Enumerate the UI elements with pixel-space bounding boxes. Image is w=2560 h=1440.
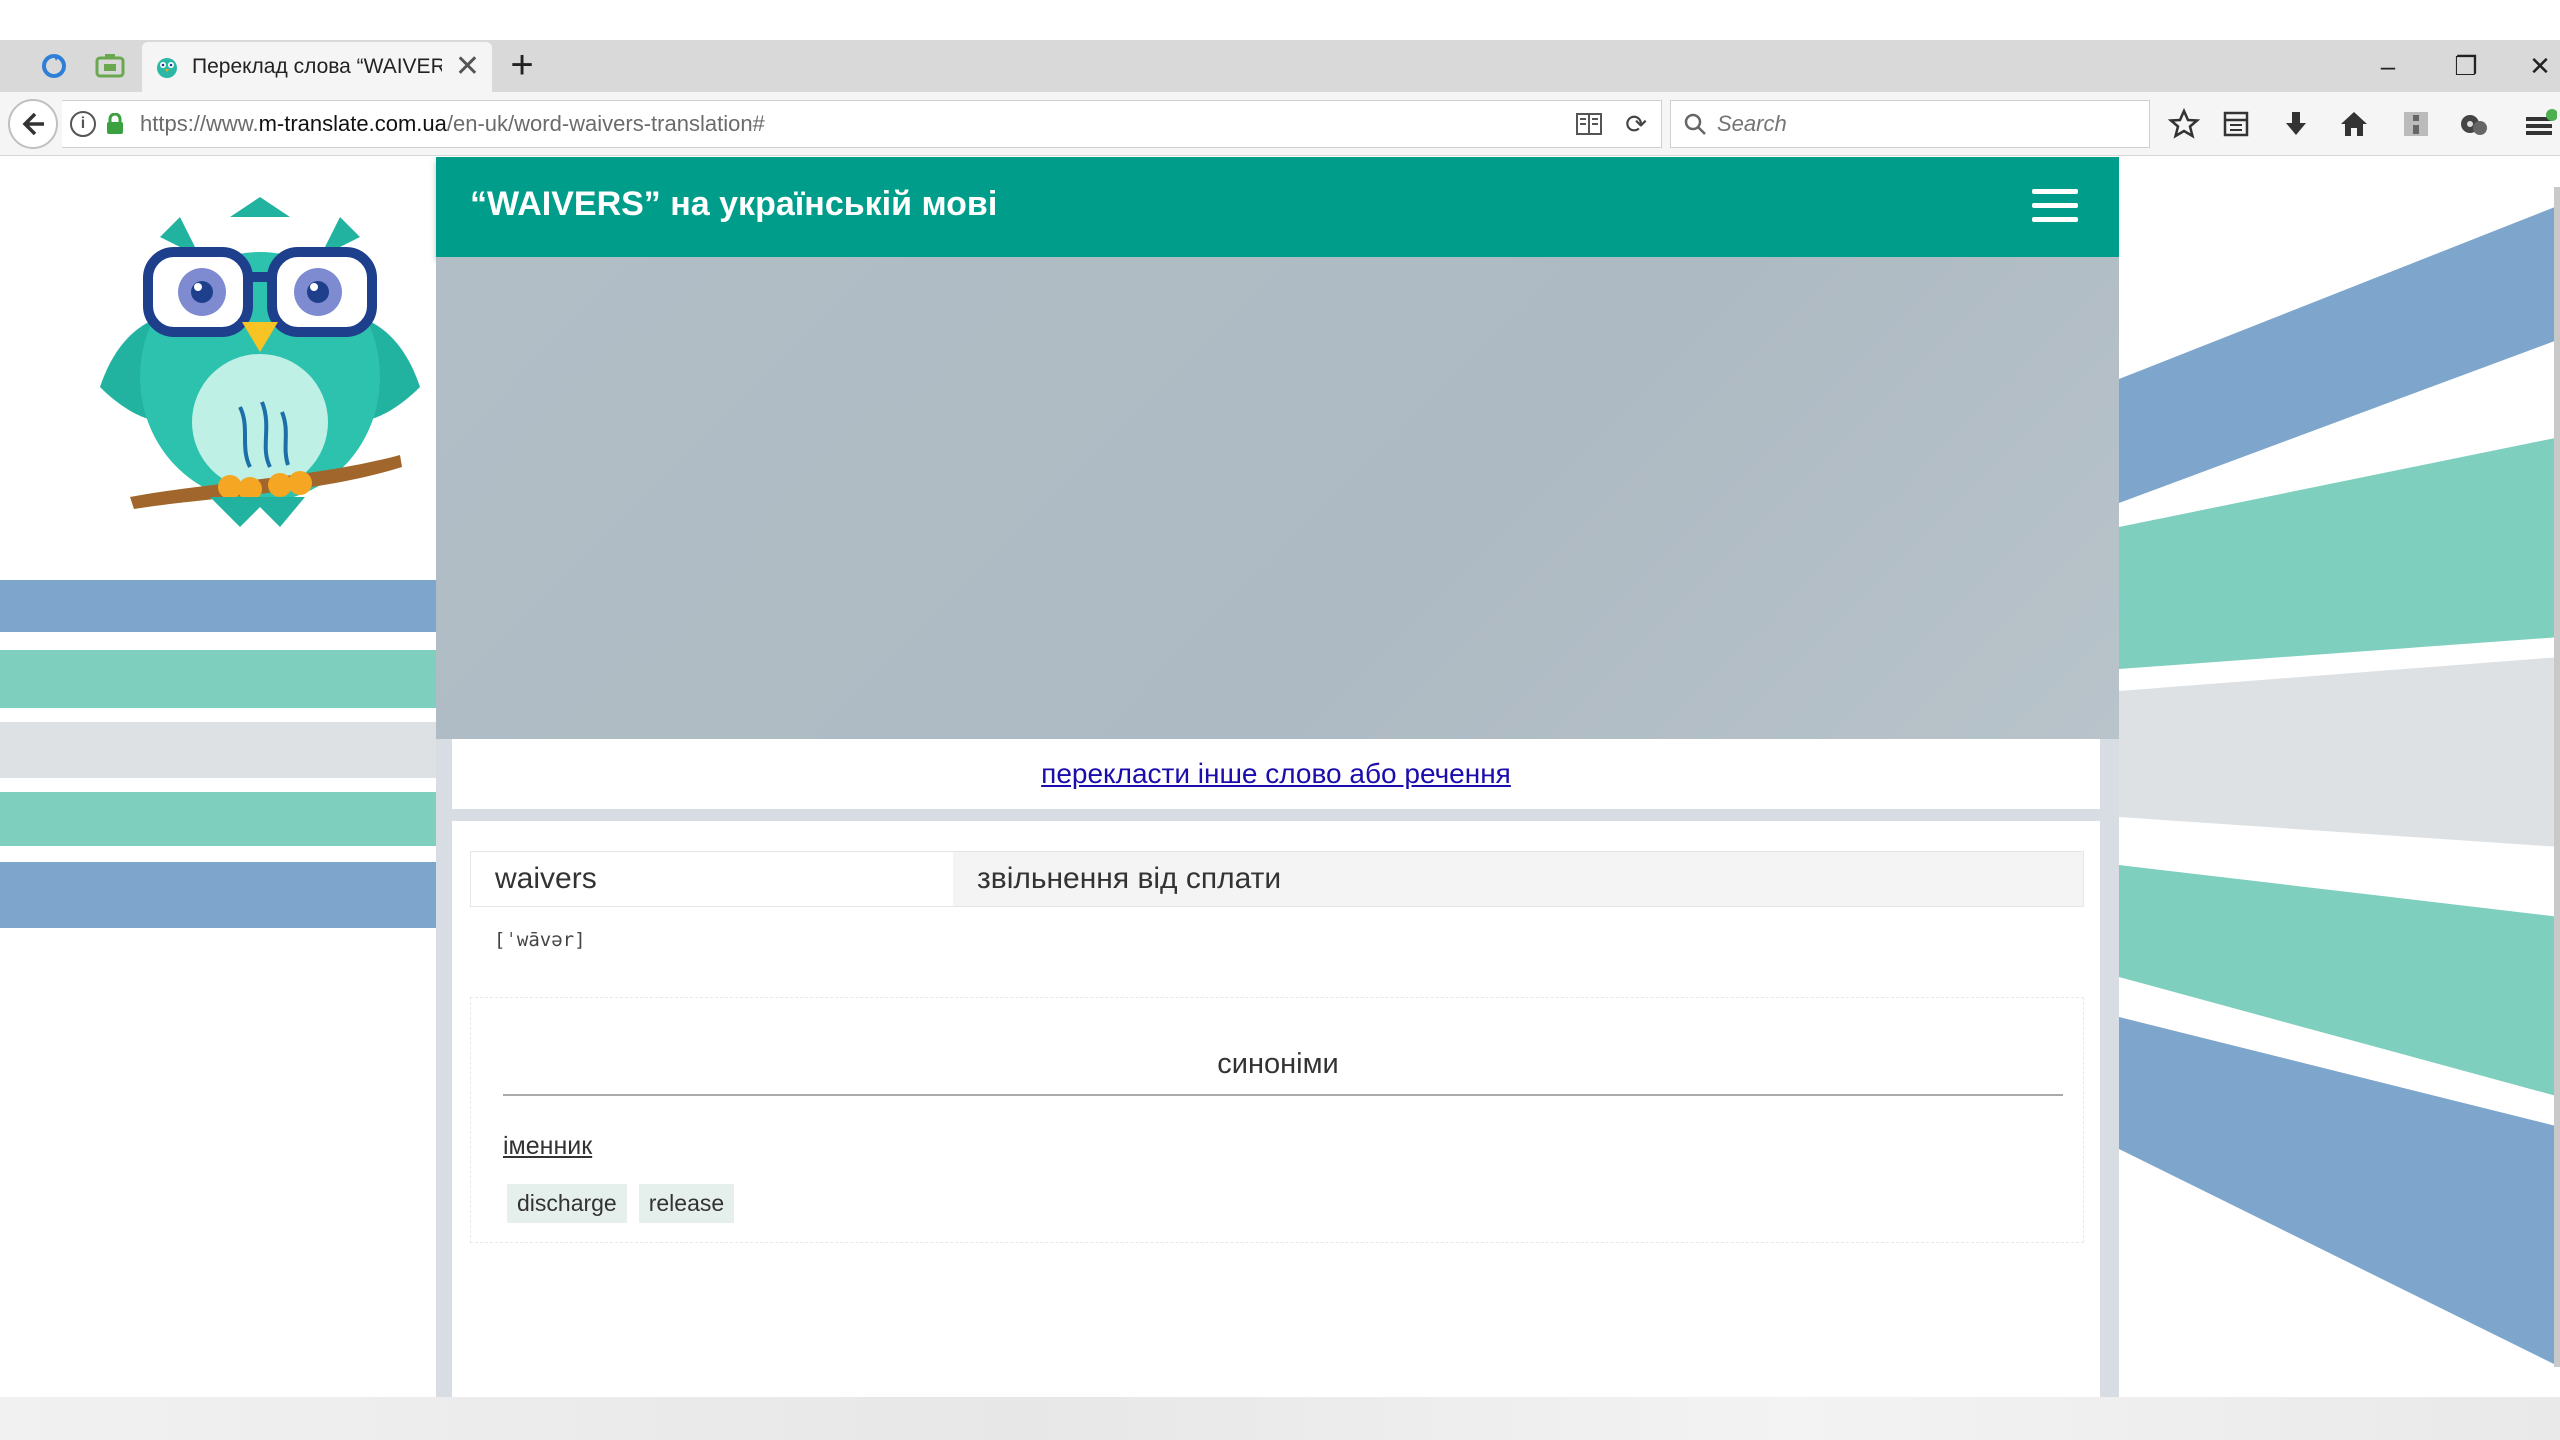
new-tab-button[interactable]: + <box>502 45 542 86</box>
address-bar[interactable]: i https://www.m-translate.com.ua/en-uk/w… <box>62 100 1662 148</box>
synonym-tag-list: discharge release <box>507 1184 735 1223</box>
synonyms-divider <box>503 1094 2063 1096</box>
firefox-sync-icon <box>42 54 66 78</box>
window-minimize-button[interactable]: – <box>2358 46 2418 86</box>
part-of-speech-label[interactable]: іменник <box>503 1132 592 1161</box>
translate-other-box: перекласти інше слово або речення <box>452 739 2100 809</box>
site-header: “WAIVERS” на українській мові <box>436 157 2119 257</box>
synonym-tag[interactable]: discharge <box>507 1184 627 1223</box>
translation-card: waivers звільнення від сплати [ˈwāvər] с… <box>452 821 2100 1397</box>
transcription: [ˈwāvər] <box>494 929 586 951</box>
pinned-tab-screenshot[interactable] <box>84 46 136 86</box>
tab-bar: Переклад слова “WAIVERS” ✕ + – ❐ ✕ <box>0 40 2560 92</box>
lock-icon[interactable] <box>106 113 124 135</box>
back-button[interactable] <box>8 99 58 149</box>
left-stripe-grey <box>0 722 436 778</box>
translate-other-link[interactable]: перекласти інше слово або речення <box>1041 758 1511 790</box>
left-stripe-blue-2 <box>0 862 436 928</box>
back-arrow-icon <box>22 112 44 136</box>
search-bar[interactable] <box>1670 100 2150 148</box>
page-viewport: “WAIVERS” на українській мові перекласти… <box>0 157 2560 1397</box>
owl-logo[interactable] <box>90 197 430 527</box>
source-word: waivers <box>471 852 953 906</box>
page-scrollbar[interactable] <box>2554 187 2560 1367</box>
synonyms-box: синоніми іменник discharge release <box>470 997 2084 1243</box>
tab-active[interactable]: Переклад слова “WAIVERS” ✕ <box>142 42 492 92</box>
window-restore-button[interactable]: ❐ <box>2436 46 2496 86</box>
synonym-tag[interactable]: release <box>638 1184 735 1223</box>
ad-placeholder <box>436 257 2119 739</box>
tab-title: Переклад слова “WAIVERS” <box>192 55 442 78</box>
left-stripe-teal-2 <box>0 792 436 846</box>
screenshot-icon <box>95 54 125 78</box>
left-stripe-blue-1 <box>0 580 436 632</box>
translated-word: звільнення від сплати <box>953 852 2083 906</box>
search-icon <box>1684 113 1706 135</box>
browser-window: Переклад слова “WAIVERS” ✕ + – ❐ ✕ i htt… <box>0 0 2560 1440</box>
library-icon[interactable] <box>2216 104 2256 144</box>
synonyms-title: синоніми <box>1217 1048 1339 1080</box>
left-stripe-teal-1 <box>0 650 436 708</box>
url-path: /en-uk/word-waivers-translation# <box>446 111 765 136</box>
reader-view-icon[interactable] <box>1575 111 1603 137</box>
url-prefix: https://www. <box>140 111 259 136</box>
bookmark-star-icon[interactable] <box>2164 104 2204 144</box>
left-decor-panel <box>0 157 436 1397</box>
right-decor-rays <box>2119 205 2560 1367</box>
menu-icon[interactable] <box>2520 104 2560 144</box>
sidebar-icon[interactable] <box>2396 104 2436 144</box>
right-decor-panel <box>2119 157 2560 1397</box>
owl-favicon-icon <box>157 58 177 78</box>
extension-icon[interactable] <box>2454 104 2494 144</box>
navigation-bar: i https://www.m-translate.com.ua/en-uk/w… <box>0 92 2560 156</box>
download-icon[interactable] <box>2276 104 2316 144</box>
main-column: “WAIVERS” на українській мові перекласти… <box>436 157 2119 1397</box>
search-input[interactable] <box>1717 111 2117 137</box>
page-title: “WAIVERS” на українській мові <box>470 185 998 223</box>
translation-row: waivers звільнення від сплати <box>470 851 2084 907</box>
url-text[interactable]: https://www.m-translate.com.ua/en-uk/wor… <box>140 111 765 137</box>
reload-icon[interactable]: ⟳ <box>1625 109 1647 140</box>
info-icon[interactable]: i <box>70 111 96 137</box>
bottom-blur-strip <box>0 1397 2560 1440</box>
home-icon[interactable] <box>2334 104 2374 144</box>
hamburger-menu-icon[interactable] <box>2032 189 2078 225</box>
pinned-tab-refresh[interactable] <box>28 46 80 86</box>
tab-close-icon[interactable]: ✕ <box>455 52 480 82</box>
window-close-button[interactable]: ✕ <box>2510 46 2560 86</box>
url-domain: m-translate.com.ua <box>258 111 447 136</box>
